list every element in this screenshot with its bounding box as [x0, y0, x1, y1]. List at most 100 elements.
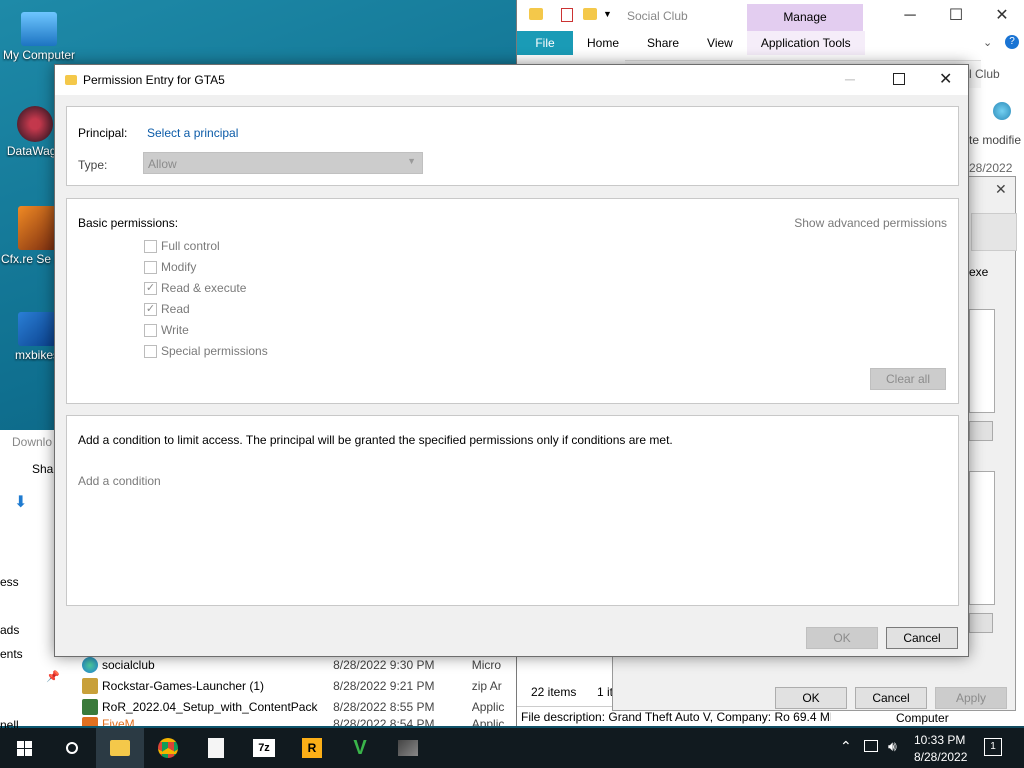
table-row[interactable]: RoR_2022.04_Setup_with_ContentPack 8/28/… — [82, 696, 516, 717]
tab-file[interactable]: File — [517, 31, 573, 55]
taskbar-rockstar[interactable]: R — [288, 728, 336, 768]
file-date: 8/28/2022 8:55 PM — [333, 699, 435, 714]
download-arrow-icon[interactable]: ⬇ — [14, 492, 27, 512]
manage-tab[interactable]: Manage — [747, 4, 863, 31]
close-icon[interactable]: ✕ — [979, 0, 1024, 31]
gta5-icon: V — [353, 736, 367, 759]
close-icon[interactable]: ✕ — [995, 181, 1007, 198]
file-name: socialclub — [102, 657, 155, 672]
checkbox-checked[interactable]: ✓ — [144, 302, 157, 316]
permission-read[interactable]: ✓ Read — [144, 301, 190, 317]
exe-fragment: exe — [969, 265, 989, 279]
permission-label: Write — [161, 323, 189, 337]
table-row[interactable]: Rockstar-Games-Launcher (1) 8/28/2022 9:… — [82, 675, 516, 696]
add-condition-link[interactable]: Add a condition — [78, 474, 161, 488]
notification-button[interactable]: 1 — [984, 738, 1002, 756]
new-folder-icon[interactable] — [583, 8, 597, 20]
quick-access-dropdown-icon[interactable]: ▼ — [603, 9, 612, 19]
side-button[interactable] — [969, 421, 993, 441]
nav-item[interactable]: ents — [0, 647, 23, 661]
volume-icon[interactable]: 🔊︎ — [888, 738, 897, 755]
permission-special[interactable]: Special permissions — [144, 343, 268, 359]
permission-label: Read — [161, 302, 190, 316]
search-button[interactable] — [48, 728, 96, 768]
table-row[interactable]: FiveM 8/28/2022 8:54 PM Applic — [82, 717, 516, 726]
close-icon[interactable]: ✕ — [939, 69, 952, 89]
cancel-button[interactable]: Cancel — [886, 627, 958, 649]
windows-logo-icon — [16, 740, 32, 756]
show-advanced-permissions-link[interactable]: Show advanced permissions — [794, 216, 947, 230]
taskbar-file-explorer[interactable] — [96, 728, 144, 768]
file-date: 8/28/2022 9:30 PM — [333, 657, 435, 672]
rockstar-icon: R — [302, 738, 322, 758]
clear-all-button[interactable]: Clear all — [870, 368, 946, 390]
taskbar-chrome[interactable] — [144, 728, 192, 768]
principal-panel: Principal: Select a principal Type: Allo… — [66, 106, 959, 186]
minimize-icon: ─ — [845, 71, 855, 87]
checkbox[interactable] — [144, 323, 157, 337]
maximize-icon[interactable] — [893, 73, 905, 85]
tab-application-tools[interactable]: Application Tools — [746, 31, 865, 55]
taskbar: 7z R V ⌃ 🔊︎ 10:33 PM 8/28/2022 1 — [0, 728, 1024, 768]
select-principal-link[interactable]: Select a principal — [147, 126, 238, 140]
file-date: 8/28/2022 8:54 PM — [333, 717, 435, 726]
principal-label: Principal: — [78, 126, 128, 140]
chevron-up-icon[interactable]: ⌃ — [840, 738, 852, 755]
notification-count: 1 — [990, 741, 996, 752]
permission-write[interactable]: Write — [144, 322, 189, 338]
clock-date[interactable]: 8/28/2022 — [914, 750, 967, 764]
maximize-icon[interactable]: ☐ — [933, 0, 979, 31]
permission-entries-box — [971, 213, 1017, 251]
search-icon[interactable] — [993, 102, 1011, 120]
cfxre-icon — [18, 206, 56, 250]
tab-home[interactable]: Home — [573, 31, 633, 55]
ok-button[interactable]: OK — [806, 627, 878, 649]
desktop-icon-my-computer[interactable]: My Computer — [2, 8, 76, 62]
side-button[interactable] — [969, 613, 993, 633]
dialog-titlebar: Permission Entry for GTA5 ─ ✕ — [55, 65, 968, 95]
mxbikes-icon — [18, 312, 56, 346]
file-name: Rockstar-Games-Launcher (1) — [102, 678, 265, 693]
condition-description: Add a condition to limit access. The pri… — [78, 433, 673, 447]
properties-icon[interactable] — [561, 8, 573, 22]
checkbox-checked[interactable]: ✓ — [144, 281, 157, 295]
checkbox[interactable] — [144, 344, 157, 358]
folder-icon — [65, 75, 77, 85]
nav-item[interactable]: ads — [0, 623, 19, 637]
checkbox[interactable] — [144, 260, 157, 274]
item-count: 22 items — [531, 685, 577, 699]
status-description: File description: Grand Theft Auto V, Co… — [521, 710, 831, 724]
explorer-titlebar: ▼ Social Club Manage ─ ☐ ✕ — [517, 0, 1024, 31]
apply-button[interactable]: Apply — [935, 687, 1007, 709]
help-icon[interactable]: ? — [1005, 35, 1019, 49]
nav-item[interactable]: ess — [0, 575, 19, 589]
table-row[interactable]: socialclub 8/28/2022 9:30 PM Micro — [82, 654, 516, 675]
taskbar-app[interactable] — [384, 728, 432, 768]
clock-time[interactable]: 10:33 PM — [914, 733, 965, 747]
type-label: Type: — [78, 158, 108, 172]
start-button[interactable] — [0, 728, 48, 768]
explorer-title: Social Club — [627, 9, 688, 23]
taskbar-7zip[interactable]: 7z — [240, 728, 288, 768]
desktop-icon-label: My Computer — [2, 48, 76, 62]
permission-modify[interactable]: Modify — [144, 259, 196, 275]
taskbar-notepad[interactable] — [192, 728, 240, 768]
network-icon[interactable] — [864, 740, 878, 752]
ribbon-expand-icon[interactable]: ⌄ — [983, 36, 992, 49]
taskbar-gta5[interactable]: V — [336, 728, 384, 768]
dialog-title: Permission Entry for GTA5 — [83, 73, 225, 87]
ok-button[interactable]: OK — [775, 687, 847, 709]
tab-view[interactable]: View — [693, 31, 747, 55]
checkbox[interactable] — [144, 239, 157, 253]
tab-share[interactable]: Share — [633, 31, 693, 55]
pin-icon[interactable]: 📌 — [46, 670, 60, 683]
permission-read-execute[interactable]: ✓ Read & execute — [144, 280, 246, 296]
folder-icon — [529, 8, 543, 20]
installer-icon — [82, 698, 98, 715]
type-select[interactable]: Allow ▼ — [143, 152, 423, 174]
type-select-value: Allow — [148, 157, 177, 171]
minimize-icon[interactable]: ─ — [887, 0, 933, 31]
permission-full-control[interactable]: Full control — [144, 238, 220, 254]
cancel-button[interactable]: Cancel — [855, 687, 927, 709]
permission-label: Full control — [161, 239, 220, 253]
